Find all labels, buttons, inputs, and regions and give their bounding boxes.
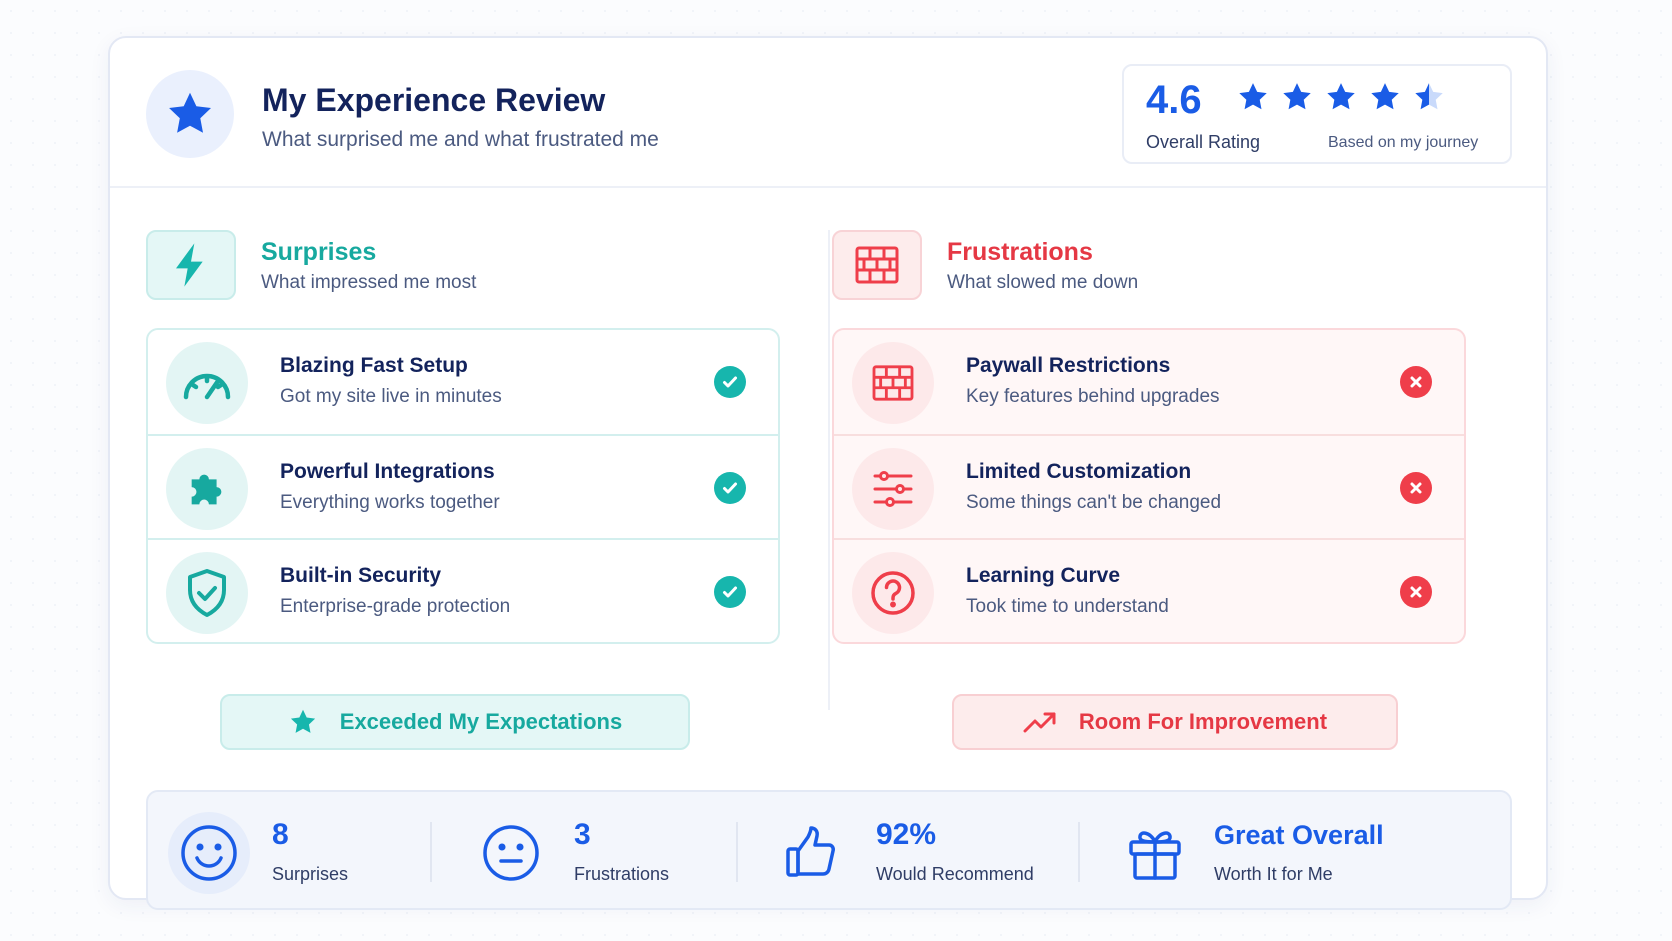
brick-wall-icon bbox=[852, 342, 934, 424]
frustrations-title: Frustrations bbox=[947, 238, 1093, 266]
stat-label: Worth It for Me bbox=[1214, 864, 1333, 884]
item-title: Paywall Restrictions bbox=[966, 354, 1171, 377]
stat-label: Surprises bbox=[272, 864, 349, 884]
check-icon bbox=[714, 576, 746, 608]
surprises-list: Blazing Fast Setup Got my site live in m… bbox=[146, 328, 780, 644]
close-icon bbox=[1400, 472, 1432, 504]
surprises-header: Surprises What impressed me most bbox=[146, 230, 746, 300]
rating-note: Based on my journey bbox=[1328, 134, 1479, 151]
star-icon bbox=[290, 709, 315, 733]
stat-recommend: 92% Would Recommend bbox=[772, 792, 1082, 912]
rating-stars bbox=[1236, 80, 1446, 114]
stat-label: Frustrations bbox=[574, 864, 670, 884]
stat-surprises: 8 Surprises bbox=[168, 792, 428, 912]
neutral-face-icon bbox=[470, 812, 552, 894]
item-subtitle: Took time to understand bbox=[966, 596, 1169, 617]
half-star-icon bbox=[1415, 83, 1443, 110]
stats-bar: 8 Surprises 3 Frustrations 92% Would Rec… bbox=[146, 790, 1512, 910]
item-subtitle: Some things can't be changed bbox=[966, 492, 1222, 513]
speedometer-icon bbox=[166, 342, 248, 424]
gift-icon bbox=[1114, 812, 1196, 894]
item-subtitle: Got my site live in minutes bbox=[280, 386, 502, 407]
frustrations-subtitle: What slowed me down bbox=[947, 272, 1139, 293]
item-title: Limited Customization bbox=[966, 460, 1192, 483]
column-divider bbox=[828, 230, 830, 710]
item-title: Blazing Fast Setup bbox=[280, 354, 468, 377]
badge-label: Room For Improvement bbox=[1078, 709, 1328, 734]
star-icon bbox=[1371, 83, 1399, 110]
item-title: Learning Curve bbox=[966, 564, 1121, 587]
close-icon bbox=[1400, 366, 1432, 398]
check-icon bbox=[714, 472, 746, 504]
frustrations-header: Frustrations What slowed me down bbox=[832, 230, 1432, 300]
stat-divider bbox=[430, 822, 432, 882]
list-item[interactable]: Limited Customization Some things can't … bbox=[834, 434, 1464, 538]
trend-up-icon bbox=[1023, 712, 1056, 733]
puzzle-icon bbox=[166, 448, 248, 530]
stat-value: 92% bbox=[876, 818, 937, 851]
sliders-icon bbox=[852, 448, 934, 530]
shield-check-icon bbox=[166, 552, 248, 634]
rating-label: Overall Rating bbox=[1146, 132, 1261, 152]
check-icon bbox=[714, 366, 746, 398]
stat-label: Would Recommend bbox=[876, 864, 1034, 884]
stat-frustrations: 3 Frustrations bbox=[470, 792, 730, 912]
overall-rating-box: 4.6 Overall Rating Based on my journey bbox=[1122, 64, 1512, 164]
list-item[interactable]: Built-in Security Enterprise-grade prote… bbox=[148, 538, 778, 642]
star-icon bbox=[1327, 83, 1355, 110]
item-title: Built-in Security bbox=[280, 564, 442, 587]
stat-value: 8 bbox=[272, 818, 289, 851]
stat-divider bbox=[1078, 822, 1080, 882]
smile-icon bbox=[168, 812, 250, 894]
star-icon bbox=[1283, 83, 1311, 110]
surprises-title: Surprises bbox=[261, 238, 377, 266]
bolt-icon bbox=[146, 230, 236, 300]
star-icon bbox=[1239, 83, 1267, 110]
stat-overall: Great Overall Worth It for Me bbox=[1114, 792, 1494, 912]
close-icon bbox=[1400, 576, 1432, 608]
list-item[interactable]: Paywall Restrictions Key features behind… bbox=[834, 330, 1464, 434]
review-header: My Experience Review What surprised me a… bbox=[110, 38, 1546, 188]
list-item[interactable]: Powerful Integrations Everything works t… bbox=[148, 434, 778, 538]
list-item[interactable]: Blazing Fast Setup Got my site live in m… bbox=[148, 330, 778, 434]
frustrations-list: Paywall Restrictions Key features behind… bbox=[832, 328, 1466, 644]
star-icon bbox=[146, 70, 234, 158]
page-title: My Experience Review bbox=[262, 82, 606, 118]
list-item[interactable]: Learning Curve Took time to understand bbox=[834, 538, 1464, 642]
stat-value: 3 bbox=[574, 818, 591, 851]
review-card: My Experience Review What surprised me a… bbox=[108, 36, 1548, 910]
stat-value: Great Overall bbox=[1214, 820, 1384, 850]
stat-divider bbox=[736, 822, 738, 882]
rating-value: 4.6 bbox=[1146, 78, 1202, 122]
room-for-improvement-badge: Room For Improvement bbox=[952, 694, 1398, 750]
item-title: Powerful Integrations bbox=[280, 460, 495, 483]
item-subtitle: Key features behind upgrades bbox=[966, 386, 1220, 407]
exceeded-expectations-badge: Exceeded My Expectations bbox=[220, 694, 690, 750]
surprises-subtitle: What impressed me most bbox=[261, 272, 477, 293]
item-subtitle: Enterprise-grade protection bbox=[280, 596, 511, 617]
question-icon bbox=[852, 552, 934, 634]
thumbs-up-icon bbox=[772, 812, 854, 894]
page-subtitle: What surprised me and what frustrated me bbox=[262, 128, 659, 151]
badge-label: Exceeded My Expectations bbox=[339, 709, 623, 734]
brick-wall-icon bbox=[832, 230, 922, 300]
item-subtitle: Everything works together bbox=[280, 492, 500, 513]
